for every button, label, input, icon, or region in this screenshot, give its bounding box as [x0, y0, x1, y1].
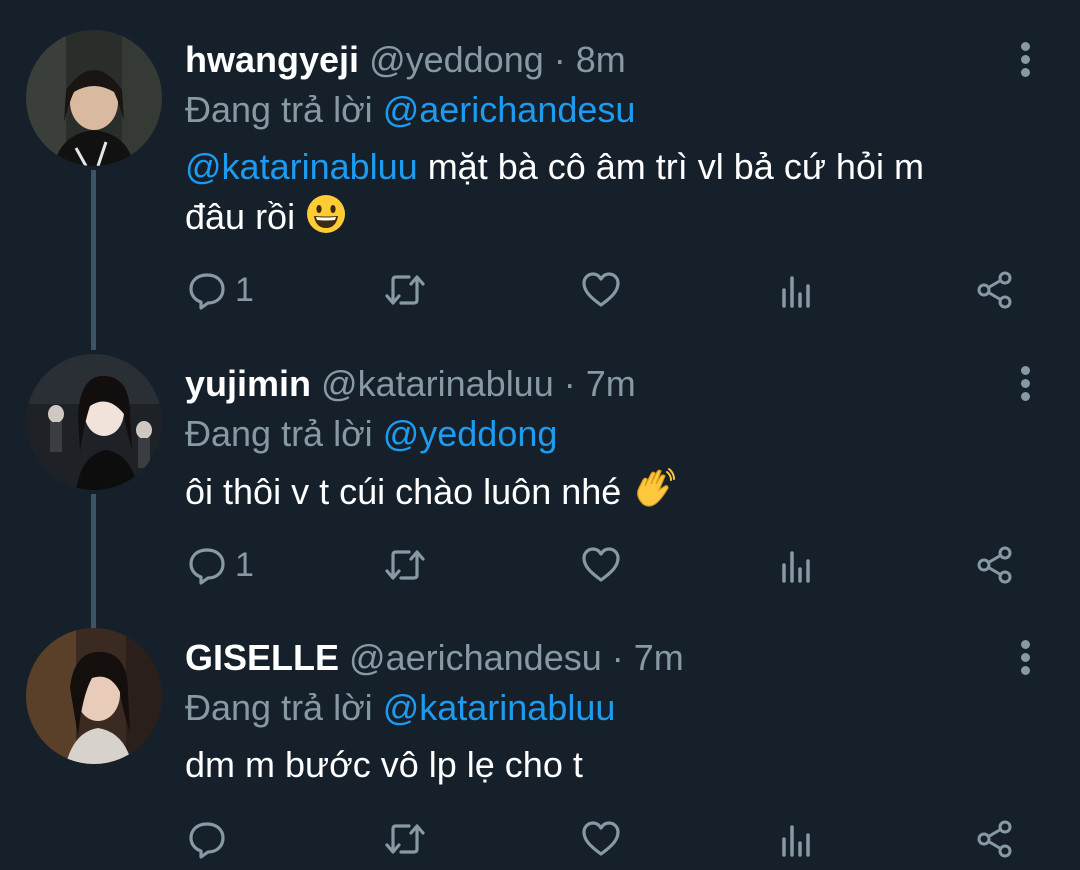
- retweet-button[interactable]: [383, 540, 427, 590]
- reply-icon: [189, 273, 225, 310]
- tweet-actions: [185, 814, 1045, 864]
- more-options-icon[interactable]: [1018, 640, 1032, 680]
- display-name[interactable]: GISELLE: [185, 637, 339, 678]
- avatar[interactable]: [26, 30, 162, 166]
- reply-mention[interactable]: @aerichandesu: [383, 89, 636, 130]
- reply-icon: [189, 548, 225, 585]
- tweet-header: GISELLE @aerichandesu · 7m: [185, 636, 684, 680]
- reply-icon: [189, 822, 225, 859]
- tweet-actions: 1: [185, 265, 1045, 315]
- reply-count: 1: [235, 546, 254, 584]
- text-body: ôi thôi v t cúi chào luôn nhé: [185, 471, 622, 512]
- share-button[interactable]: [975, 540, 1015, 590]
- replying-to: Đang trả lời @aerichandesu: [185, 88, 635, 132]
- tweet-text: dm m bước vô lp lẹ cho t: [185, 740, 1035, 790]
- reply-mention[interactable]: @katarinabluu: [383, 687, 616, 728]
- reply-count: 1: [235, 271, 254, 309]
- heart-icon: [582, 821, 620, 856]
- reply-button[interactable]: 1: [187, 265, 254, 315]
- retweet-icon: [385, 275, 425, 305]
- text-body: dm m bước vô lp lẹ cho t: [185, 744, 583, 785]
- reply-button[interactable]: [187, 814, 235, 864]
- timestamp[interactable]: 7m: [586, 363, 636, 404]
- avatar[interactable]: [26, 628, 162, 764]
- reply-mention[interactable]: @yeddong: [383, 413, 558, 454]
- like-button[interactable]: [580, 814, 622, 864]
- tweet-header: yujimin @katarinabluu · 7m: [185, 362, 636, 406]
- analytics-icon: [782, 825, 810, 857]
- display-name[interactable]: hwangyeji: [185, 39, 359, 80]
- replying-to-label: Đang trả lời: [185, 687, 373, 728]
- tweet[interactable]: yujimin @katarinabluu · 7m Đang trả lời …: [0, 354, 1080, 624]
- timestamp[interactable]: 7m: [634, 637, 684, 678]
- text-body: mặt bà cô âm trì vl bả cứ hỏi m: [417, 146, 924, 187]
- share-button[interactable]: [975, 265, 1015, 315]
- timestamp[interactable]: 8m: [576, 39, 626, 80]
- user-handle[interactable]: @katarinabluu: [321, 363, 554, 404]
- analytics-button[interactable]: [779, 265, 815, 315]
- waving-hand-icon: [631, 466, 676, 523]
- text-body: đâu rồi: [185, 196, 296, 237]
- tweet[interactable]: hwangyeji @yeddong · 8m Đang trả lời @ae…: [0, 30, 1080, 330]
- separator: ·: [553, 39, 566, 80]
- share-icon: [977, 820, 1012, 858]
- replying-to-label: Đang trả lời: [185, 413, 373, 454]
- share-icon: [977, 271, 1012, 309]
- user-handle[interactable]: @aerichandesu: [349, 637, 602, 678]
- display-name[interactable]: yujimin: [185, 363, 311, 404]
- separator: ·: [563, 363, 576, 404]
- more-options-icon[interactable]: [1018, 366, 1032, 406]
- analytics-button[interactable]: [779, 814, 815, 864]
- tweet[interactable]: GISELLE @aerichandesu · 7m Đang trả lời …: [0, 628, 1080, 870]
- separator: ·: [611, 637, 624, 678]
- heart-icon: [582, 272, 620, 307]
- share-button[interactable]: [975, 814, 1015, 864]
- retweet-button[interactable]: [383, 814, 427, 864]
- analytics-icon: [782, 276, 810, 308]
- retweet-icon: [385, 550, 425, 580]
- replying-to: Đang trả lời @katarinabluu: [185, 686, 615, 730]
- grinning-face-icon: [305, 193, 347, 248]
- replying-to: Đang trả lời @yeddong: [185, 412, 557, 456]
- analytics-button[interactable]: [779, 540, 815, 590]
- reply-button[interactable]: 1: [187, 540, 254, 590]
- tweet-actions: 1: [185, 540, 1045, 590]
- like-button[interactable]: [580, 265, 622, 315]
- user-handle[interactable]: @yeddong: [369, 39, 544, 80]
- text-mention[interactable]: @katarinabluu: [185, 146, 418, 187]
- tweet-header: hwangyeji @yeddong · 8m: [185, 38, 626, 82]
- replying-to-label: Đang trả lời: [185, 89, 373, 130]
- like-button[interactable]: [580, 540, 622, 590]
- analytics-icon: [782, 551, 810, 583]
- tweet-text: ôi thôi v t cúi chào luôn nhé: [185, 466, 1035, 523]
- heart-icon: [582, 547, 620, 582]
- tweet-text: @katarinabluu mặt bà cô âm trì vl bả cứ …: [185, 142, 1035, 248]
- more-options-icon[interactable]: [1018, 42, 1032, 82]
- retweet-button[interactable]: [383, 265, 427, 315]
- share-icon: [977, 546, 1012, 584]
- retweet-icon: [385, 824, 425, 854]
- avatar[interactable]: [26, 354, 162, 490]
